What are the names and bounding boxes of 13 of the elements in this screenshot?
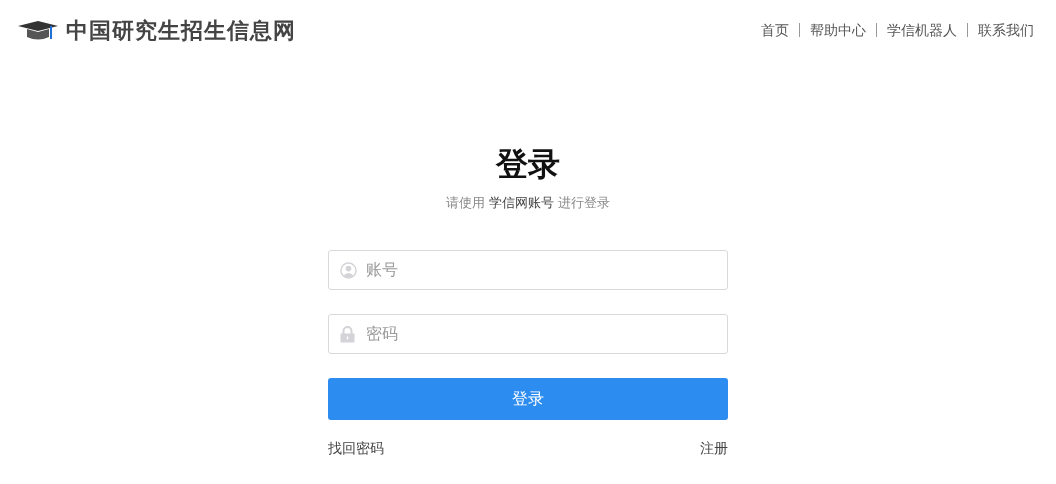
text-link[interactable]: 找回密码: [328, 437, 384, 459]
text-link[interactable]: 注册: [700, 437, 728, 459]
user-icon: [340, 261, 357, 279]
nav-link[interactable]: 联系我们: [978, 19, 1034, 41]
input-field[interactable]: 密码: [328, 313, 728, 354]
login-subtitle: 请使用 学信网账号 进行登录: [446, 194, 610, 212]
nav-link[interactable]: 首页: [761, 19, 789, 41]
login-title: 登录: [496, 145, 560, 184]
nav-link[interactable]: 学信机器人: [887, 19, 957, 41]
input-field[interactable]: 账号: [328, 249, 728, 290]
nav-link[interactable]: 帮助中心: [810, 19, 866, 41]
lock-icon: [340, 325, 355, 343]
site-title: 中国研究生招生信息网: [66, 16, 296, 45]
